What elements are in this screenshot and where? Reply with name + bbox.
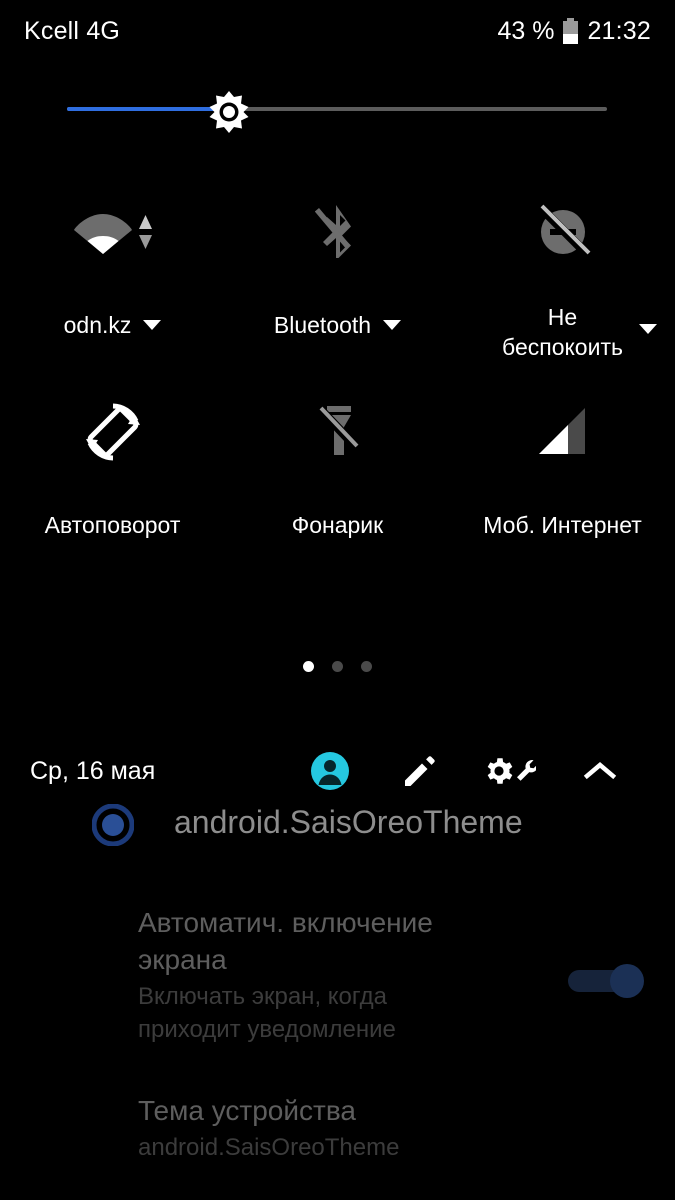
flashlight-icon-wrap bbox=[316, 396, 360, 468]
dnd-icon-wrap bbox=[534, 196, 592, 268]
tile-wifi-label-row: odn.kz bbox=[64, 310, 162, 340]
setting-subtitle: Включать экран, когда приходит уведомлен… bbox=[138, 983, 396, 1043]
tile-dnd-label-line1: Не bbox=[547, 304, 578, 330]
setting-subtitle: android.SaisOreoTheme bbox=[138, 1134, 400, 1161]
quick-settings-tiles: odn.kz Bluetooth Не беспокоить Автоповор… bbox=[0, 178, 675, 563]
bluetooth-off-icon bbox=[314, 205, 351, 258]
chevron-up-icon bbox=[583, 762, 617, 780]
gear-wrench-icon bbox=[487, 758, 536, 784]
clock-label: 21:32 bbox=[587, 16, 651, 45]
tile-flashlight-label: Фонарик bbox=[291, 512, 384, 538]
page-indicator bbox=[0, 661, 675, 672]
tile-dnd-label-row: Не беспокоить bbox=[502, 302, 623, 362]
brightness-slider[interactable] bbox=[0, 91, 675, 133]
tile-wifi[interactable]: odn.kz bbox=[0, 178, 225, 378]
setting-row-auto-screen-on[interactable]: Автоматич. включение экрана Включать экр… bbox=[138, 904, 644, 1046]
setting-title: Тема устройства bbox=[138, 1095, 356, 1126]
battery-icon bbox=[563, 18, 579, 44]
battery-percent-label: 43 % bbox=[497, 16, 555, 45]
collapse-button[interactable] bbox=[555, 742, 645, 800]
settings-button[interactable] bbox=[465, 742, 555, 800]
tile-auto-rotate-label: Автоповорот bbox=[44, 512, 181, 538]
setting-toggle[interactable] bbox=[568, 964, 644, 998]
theme-circle-icon bbox=[91, 803, 135, 847]
flashlight-off-icon bbox=[316, 405, 359, 455]
tile-row-2: Автоповорот Фонарик Моб. Интернет bbox=[0, 378, 675, 563]
background-settings-screen: android.SaisOreoTheme Автоматич. включен… bbox=[0, 796, 675, 1200]
chevron-down-icon[interactable] bbox=[143, 320, 162, 330]
tile-wifi-label: odn.kz bbox=[63, 312, 132, 338]
mobile-signal-icon-wrap bbox=[537, 396, 589, 468]
wifi-icon-group bbox=[73, 196, 152, 268]
bluetooth-icon-wrap bbox=[314, 196, 361, 268]
quick-settings-footer: Ср, 16 мая bbox=[0, 742, 675, 800]
status-bar: Kcell 4G 43 % 21:32 bbox=[0, 0, 675, 62]
tile-bluetooth[interactable]: Bluetooth bbox=[225, 178, 450, 378]
chevron-down-icon[interactable] bbox=[639, 324, 657, 334]
do-not-disturb-off-icon bbox=[536, 203, 590, 258]
tile-bluetooth-label: Bluetooth bbox=[273, 312, 372, 338]
tile-bluetooth-label-row: Bluetooth bbox=[273, 310, 402, 340]
tile-mobile-data[interactable]: Моб. Интернет bbox=[450, 378, 675, 563]
tile-dnd-label-line2: беспокоить bbox=[502, 334, 623, 360]
tile-row-1: odn.kz Bluetooth Не беспокоить bbox=[0, 178, 675, 378]
background-header-label: android.SaisOreoTheme bbox=[174, 803, 523, 840]
chevron-down-icon[interactable] bbox=[383, 320, 402, 330]
brightness-sun-icon[interactable] bbox=[205, 88, 253, 136]
edit-tiles-button[interactable] bbox=[375, 742, 465, 800]
page-dot-2[interactable] bbox=[332, 661, 343, 672]
page-dot-1[interactable] bbox=[303, 661, 314, 672]
status-bar-right: 43 % 21:32 bbox=[497, 17, 651, 46]
page-dot-3[interactable] bbox=[361, 661, 372, 672]
tile-auto-rotate[interactable]: Автоповорот bbox=[0, 378, 225, 563]
mobile-signal-icon bbox=[538, 408, 585, 454]
tile-mobile-data-label: Моб. Интернет bbox=[483, 512, 642, 538]
footer-date-label: Ср, 16 мая bbox=[30, 756, 156, 785]
carrier-label: Kcell 4G bbox=[24, 16, 121, 45]
footer-action-group bbox=[285, 742, 645, 800]
user-switch-button[interactable] bbox=[285, 742, 375, 800]
setting-title: Автоматич. включение экрана bbox=[138, 907, 433, 975]
rotate-icon-wrap bbox=[84, 396, 142, 468]
tile-flashlight[interactable]: Фонарик bbox=[225, 378, 450, 563]
pencil-edit-icon bbox=[405, 756, 435, 786]
tile-do-not-disturb[interactable]: Не беспокоить bbox=[450, 178, 675, 378]
setting-row-device-theme[interactable]: Тема устройства android.SaisOreoTheme bbox=[138, 1092, 638, 1164]
wifi-activity-arrows bbox=[138, 215, 152, 249]
screen-rotation-icon bbox=[85, 403, 140, 461]
user-avatar-icon bbox=[311, 752, 349, 790]
background-header: android.SaisOreoTheme bbox=[0, 796, 675, 848]
wifi-signal-icon bbox=[73, 214, 132, 254]
